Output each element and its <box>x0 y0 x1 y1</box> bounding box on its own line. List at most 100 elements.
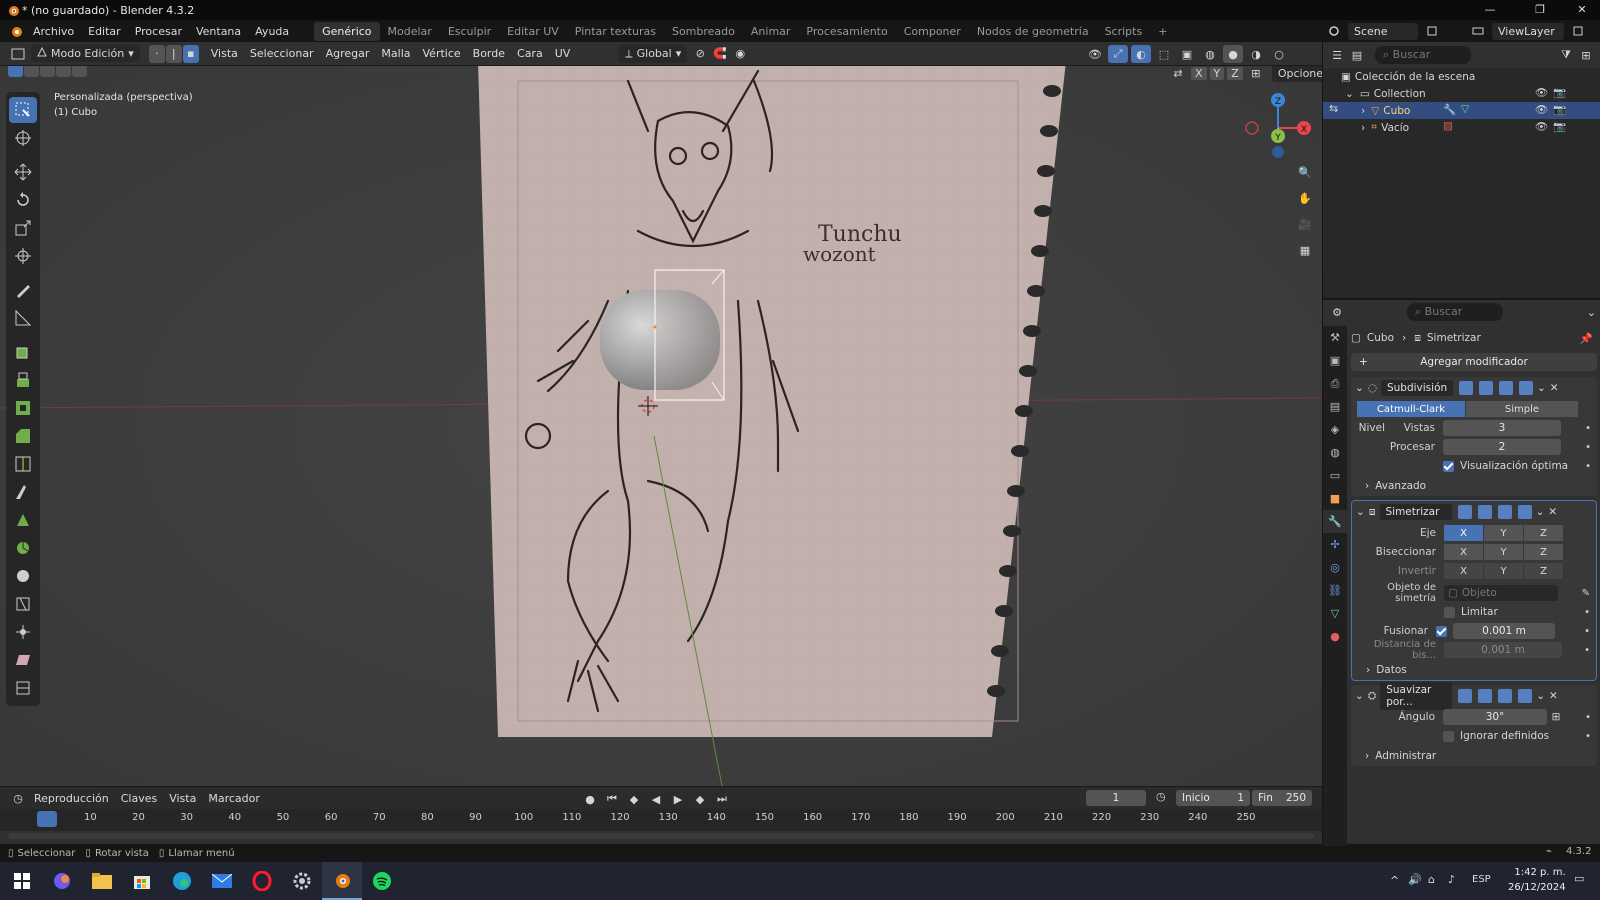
advanced-subpanel[interactable]: › Avanzado <box>1351 476 1597 496</box>
select-new-icon[interactable] <box>8 66 23 77</box>
edge-select-icon[interactable]: | <box>165 44 182 63</box>
tab-scripts[interactable]: Scripts <box>1097 22 1151 41</box>
render-toggle-icon[interactable] <box>1518 381 1533 395</box>
speaker-icon[interactable]: 🔊 <box>1408 873 1422 886</box>
menu-seleccionar[interactable]: Seleccionar <box>244 45 320 62</box>
timeline-editor-icon[interactable]: ◷ <box>8 789 28 807</box>
shrink-fatten-tool-icon[interactable] <box>9 619 37 645</box>
mirror-axis-x[interactable]: X <box>1191 66 1207 80</box>
render-levels-field[interactable]: 2 <box>1443 439 1561 455</box>
close-icon[interactable]: ✕ <box>1549 690 1558 702</box>
wireframe-shading-icon[interactable]: ◍ <box>1200 45 1220 63</box>
ignore-sharp-checkbox[interactable] <box>1443 730 1454 742</box>
scene-icon[interactable] <box>1324 22 1344 40</box>
new-viewlayer-icon[interactable] <box>1568 22 1588 40</box>
display-mode-icon[interactable]: ▤ <box>1347 46 1367 64</box>
gizmo-toggle-icon[interactable]: ⤢ <box>1108 45 1128 63</box>
select-intersect-icon[interactable] <box>72 66 87 77</box>
orientation-dropdown[interactable]: ⟂ Global ▾ <box>619 44 688 63</box>
manage-subpanel[interactable]: › Administrar <box>1351 746 1597 766</box>
render-tab-icon[interactable]: ▣ <box>1323 349 1347 372</box>
settings-gear-icon[interactable] <box>282 862 322 900</box>
tab-nodos-geometria[interactable]: Nodos de geometría <box>969 22 1097 41</box>
eye-icon[interactable]: 👁 <box>1535 86 1548 99</box>
optimal-display-checkbox[interactable] <box>1443 460 1454 472</box>
physics-tab-icon[interactable]: ◎ <box>1323 556 1347 579</box>
axis-x-button[interactable]: X <box>1444 525 1483 541</box>
menu-uv[interactable]: UV <box>549 45 577 62</box>
close-icon[interactable]: ✕ <box>1548 506 1557 518</box>
keyframe-dot[interactable]: • <box>1585 423 1591 434</box>
mesh-overlay-icon[interactable]: ⬚ <box>1154 45 1174 63</box>
invert-z-button[interactable]: Z <box>1524 563 1563 579</box>
clip-checkbox[interactable] <box>1444 606 1455 618</box>
vertex-select-icon[interactable]: · <box>148 44 165 63</box>
3d-viewport[interactable]: Tunchu wozont Personalizada (perspectiva… <box>0 66 1322 786</box>
invert-x-button[interactable]: X <box>1444 563 1483 579</box>
smooth-tool-icon[interactable] <box>9 563 37 589</box>
prev-keyframe-icon[interactable]: ◆ <box>624 790 644 808</box>
simple-button[interactable]: Simple <box>1466 401 1578 417</box>
camera-icon[interactable]: 📷 <box>1553 120 1566 133</box>
restore-button[interactable]: ❐ <box>1520 0 1560 20</box>
edit-mode-toggle-icon[interactable] <box>1457 505 1472 519</box>
smooth-name-field[interactable]: Suavizar por... <box>1380 682 1453 710</box>
eye-icon[interactable]: 👁 <box>1535 120 1548 133</box>
ortho-grid-icon[interactable]: ▦ <box>1292 238 1318 262</box>
mirror-axis-y[interactable]: Y <box>1209 66 1225 80</box>
zoom-icon[interactable]: 🔍 <box>1292 160 1318 184</box>
scene-tab-icon[interactable]: ◈ <box>1323 418 1347 441</box>
outliner-item-cubo[interactable]: › ▽ Cubo 🔧 ▽ 👁 📷 <box>1323 102 1600 119</box>
close-icon[interactable]: ✕ <box>1550 382 1559 394</box>
mode-dropdown[interactable]: Modo Edición ▾ <box>31 45 140 62</box>
properties-search-input[interactable]: ⌕ Buscar <box>1407 303 1503 321</box>
scene-collection-row[interactable]: ▣ Colección de la escena <box>1323 68 1600 85</box>
properties-editor-icon[interactable]: ⚙ <box>1327 303 1347 321</box>
language-indicator[interactable]: ESP <box>1472 874 1491 885</box>
select-box-tool-icon[interactable] <box>9 97 37 123</box>
preview-range-icon[interactable]: ◷ <box>1156 790 1166 803</box>
spin-tool-icon[interactable] <box>9 535 37 561</box>
transform-tool-icon[interactable] <box>9 243 37 269</box>
spotify-icon[interactable] <box>362 862 402 900</box>
navigation-gizmo[interactable]: Z X Y <box>1244 90 1320 160</box>
attribute-toggle-icon[interactable]: ⊞ <box>1549 710 1563 724</box>
viewport-toggle-icon[interactable] <box>1497 505 1512 519</box>
mail-icon[interactable] <box>202 862 242 900</box>
mirror-object-field[interactable]: ▢ Objeto <box>1444 585 1558 601</box>
select-invert-icon[interactable] <box>56 66 71 77</box>
menu-vista-timeline[interactable]: Vista <box>163 790 202 807</box>
cube-mesh[interactable] <box>600 262 740 412</box>
pivot-icon[interactable]: ⊘ <box>690 45 710 63</box>
chevron-right-icon[interactable]: › <box>1361 105 1365 117</box>
viewport-toggle-icon[interactable] <box>1498 689 1513 703</box>
invert-y-button[interactable]: Y <box>1484 563 1523 579</box>
camera-view-icon[interactable]: 🎥 <box>1292 212 1318 236</box>
render-toggle-icon[interactable] <box>1518 689 1533 703</box>
copilot-icon[interactable] <box>42 862 82 900</box>
keyframe-dot[interactable]: • <box>1584 645 1590 656</box>
eyedropper-icon[interactable]: ✎ <box>1582 588 1590 599</box>
bisect-y-button[interactable]: Y <box>1484 544 1523 560</box>
mirror-axis-z[interactable]: Z <box>1227 66 1243 80</box>
bevel-tool-icon[interactable] <box>9 423 37 449</box>
timeline-scrollbar[interactable] <box>8 833 1314 839</box>
chevron-down-icon[interactable]: ⌄ <box>1355 382 1364 394</box>
chevron-down-icon[interactable]: ⌄ <box>1536 506 1545 518</box>
edge-slide-tool-icon[interactable] <box>9 591 37 617</box>
new-collection-icon[interactable]: ⊞ <box>1576 46 1596 64</box>
volume-icon[interactable]: ♪ <box>1448 873 1455 886</box>
visibility-icon[interactable]: 👁 <box>1085 45 1105 63</box>
add-workspace-button[interactable]: + <box>1150 22 1175 41</box>
windows-start-icon[interactable] <box>2 862 42 900</box>
opera-icon[interactable] <box>242 862 282 900</box>
proportional-edit-icon[interactable]: ◉ <box>730 45 750 63</box>
render-toggle-icon[interactable] <box>1517 505 1532 519</box>
chevron-down-icon[interactable]: ⌄ <box>1536 690 1545 702</box>
snap-icon[interactable]: 🧲 <box>710 45 730 63</box>
menu-archivo[interactable]: Archivo <box>26 25 81 38</box>
minimize-button[interactable]: — <box>1470 0 1510 20</box>
select-subtract-icon[interactable] <box>40 66 55 77</box>
inset-tool-icon[interactable] <box>9 395 37 421</box>
chevron-down-icon[interactable]: ⌄ <box>1356 506 1365 518</box>
